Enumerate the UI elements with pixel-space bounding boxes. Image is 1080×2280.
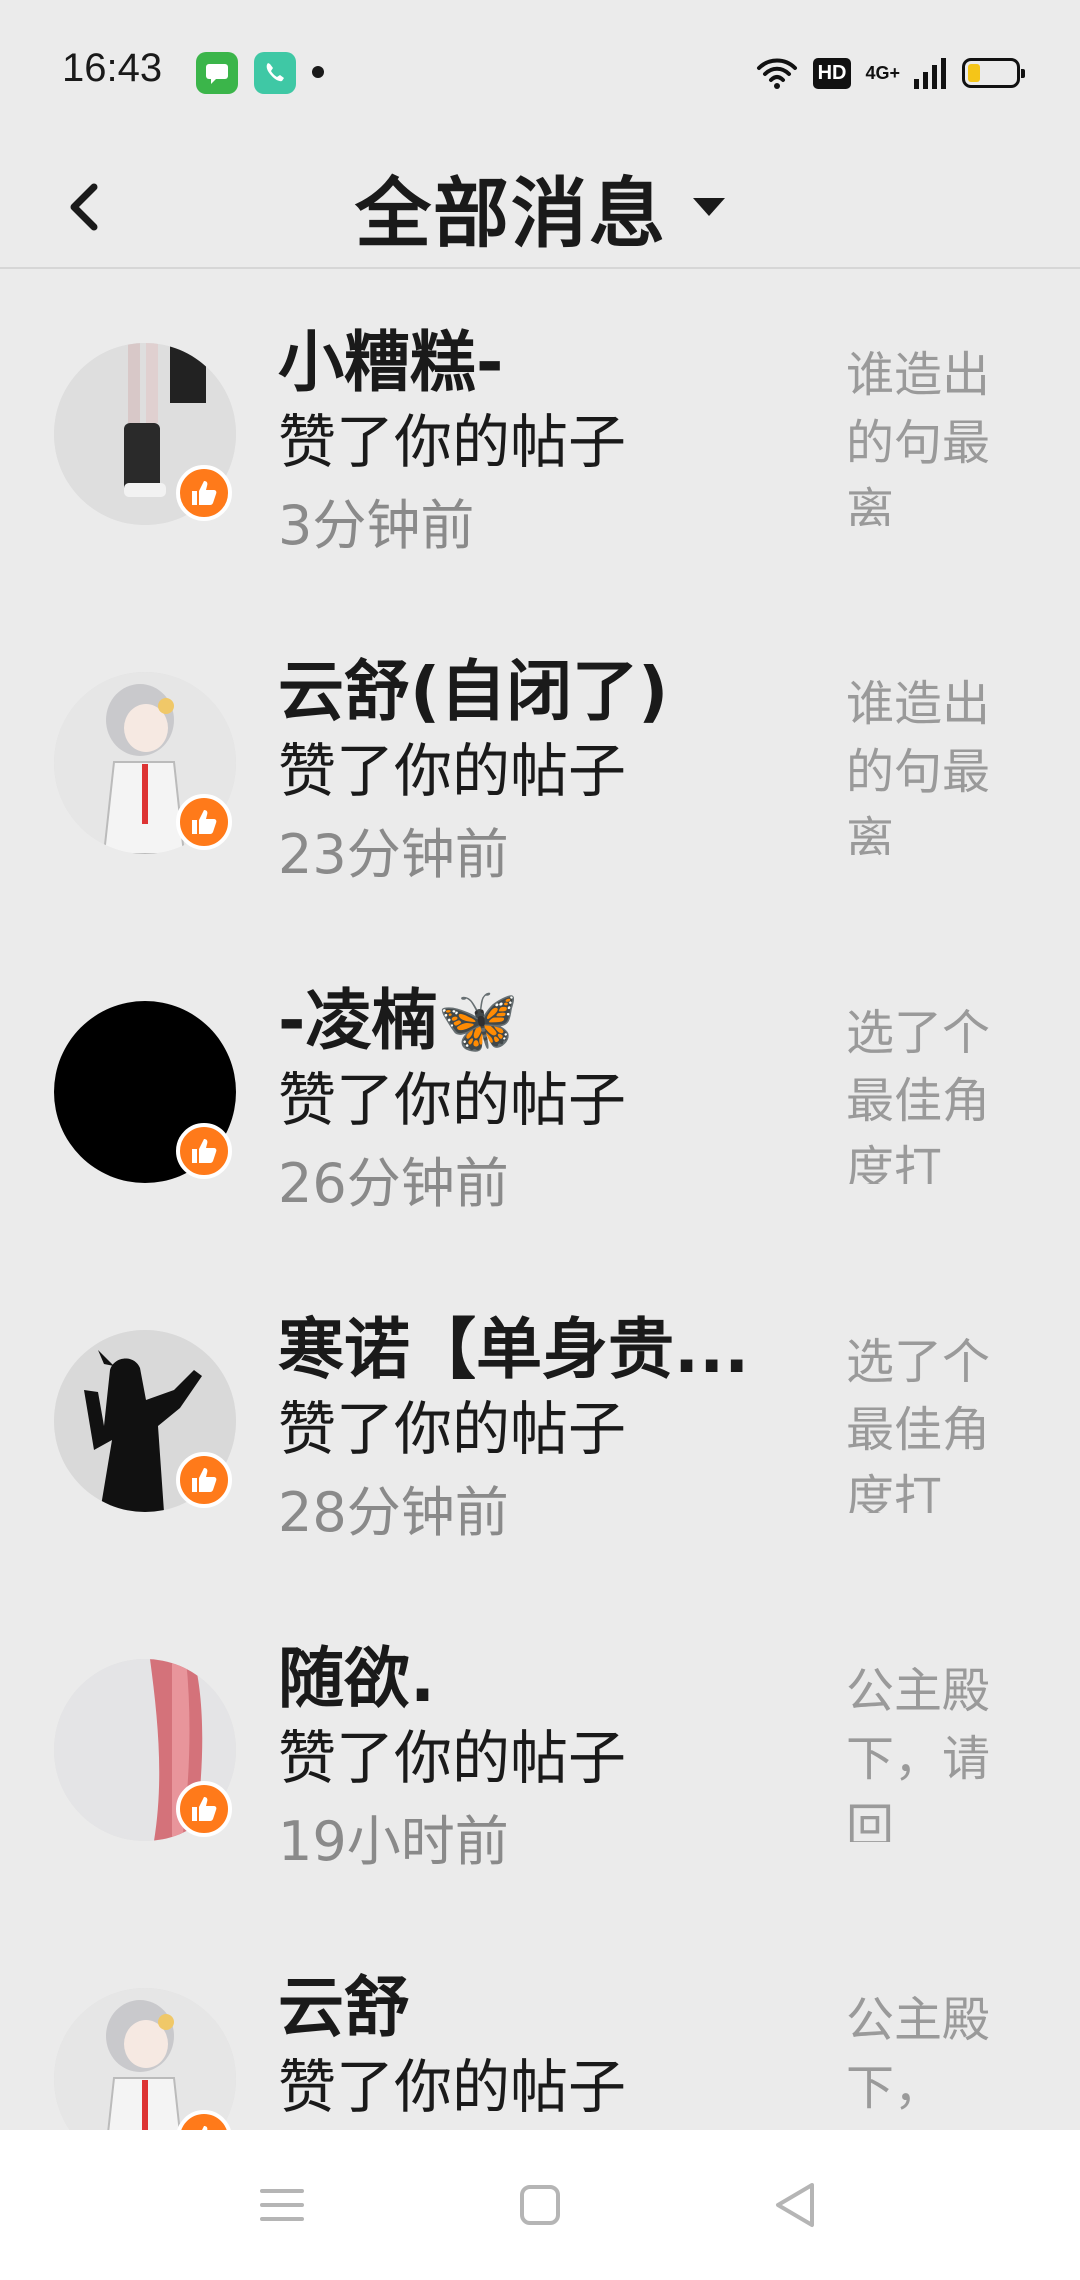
wifi-icon: [756, 58, 797, 89]
hd-icon: HD: [812, 57, 852, 89]
status-time: 16:43: [62, 46, 163, 90]
notification-dot: [312, 66, 324, 78]
sender-name[interactable]: 随欲.: [278, 1625, 435, 1721]
title-dropdown[interactable]: 全部消息: [0, 145, 1080, 269]
message-row[interactable]: 云舒(自闭了) 赞了你的帖子 23分钟前 谁造出的句最离: [0, 600, 1080, 929]
action-text: 赞了你的帖子: [278, 2053, 627, 2121]
nav-back-button[interactable]: [766, 2175, 826, 2235]
thumbs-up-icon: [176, 794, 232, 850]
system-nav-bar: [0, 2130, 1080, 2280]
network-type: 4G+: [865, 63, 900, 83]
header: 全部消息: [0, 145, 1080, 269]
sender-name[interactable]: 寒诺【单身贵...: [278, 1296, 749, 1392]
post-preview[interactable]: 公主殿下，: [846, 1986, 1026, 2131]
message-row[interactable]: 寒诺【单身贵... 赞了你的帖子 28分钟前 选了个最佳角度打: [0, 1258, 1080, 1587]
phone-app-icon: [254, 52, 296, 94]
action-text: 赞了你的帖子: [278, 1724, 627, 1792]
post-preview[interactable]: 选了个最佳角度打: [846, 1328, 1026, 1513]
home-button[interactable]: [510, 2175, 570, 2235]
status-bar: 16:43 HD 4G+: [0, 0, 1080, 145]
post-preview[interactable]: 选了个最佳角度打: [846, 999, 1026, 1184]
timestamp: 3分钟前: [278, 494, 475, 557]
timestamp: 19小时前: [278, 1810, 509, 1873]
home-square-icon: [520, 2185, 560, 2225]
caret-down-icon: [693, 198, 725, 216]
action-text: 赞了你的帖子: [278, 737, 627, 805]
sender-name[interactable]: 小糟糕-: [278, 309, 503, 405]
post-preview[interactable]: 公主殿下，请回: [846, 1657, 1026, 1842]
sender-name[interactable]: 云舒: [278, 1954, 410, 2050]
messages-app-icon: [196, 52, 238, 94]
thumbs-up-icon: [176, 465, 232, 521]
battery-level: [968, 64, 980, 82]
message-list[interactable]: 小糟糕- 赞了你的帖子 3分钟前 谁造出的句最离 云舒(自闭了) 赞了你的帖子 …: [0, 271, 1080, 2131]
post-preview[interactable]: 谁造出的句最离: [846, 341, 1026, 526]
timestamp: 28分钟前: [278, 1481, 509, 1544]
thumbs-up-icon: [176, 1452, 232, 1508]
menu-icon: [260, 2189, 304, 2221]
battery-icon: [962, 58, 1025, 88]
back-triangle-icon: [776, 2183, 814, 2227]
thumbs-up-icon: [176, 1123, 232, 1179]
message-row[interactable]: -凌楠🦋 赞了你的帖子 26分钟前 选了个最佳角度打: [0, 929, 1080, 1258]
timestamp: 23分钟前: [278, 823, 509, 886]
message-row[interactable]: 小糟糕- 赞了你的帖子 3分钟前 谁造出的句最离: [0, 271, 1080, 600]
action-text: 赞了你的帖子: [278, 1066, 627, 1134]
message-row[interactable]: 云舒 赞了你的帖子 公主殿下，: [0, 1916, 1080, 2131]
page-title: 全部消息: [355, 169, 667, 258]
sender-name[interactable]: 云舒(自闭了): [278, 638, 668, 734]
sender-name[interactable]: -凌楠🦋: [278, 967, 520, 1063]
signal-icon: [914, 58, 946, 89]
thumbs-up-icon: [176, 1781, 232, 1837]
action-text: 赞了你的帖子: [278, 1395, 627, 1463]
message-row[interactable]: 随欲. 赞了你的帖子 19小时前 公主殿下，请回: [0, 1587, 1080, 1916]
menu-button[interactable]: [252, 2175, 312, 2235]
status-indicators: HD 4G+: [755, 50, 1025, 96]
timestamp: 26分钟前: [278, 1152, 509, 1215]
action-text: 赞了你的帖子: [278, 408, 627, 476]
post-preview[interactable]: 谁造出的句最离: [846, 670, 1026, 855]
